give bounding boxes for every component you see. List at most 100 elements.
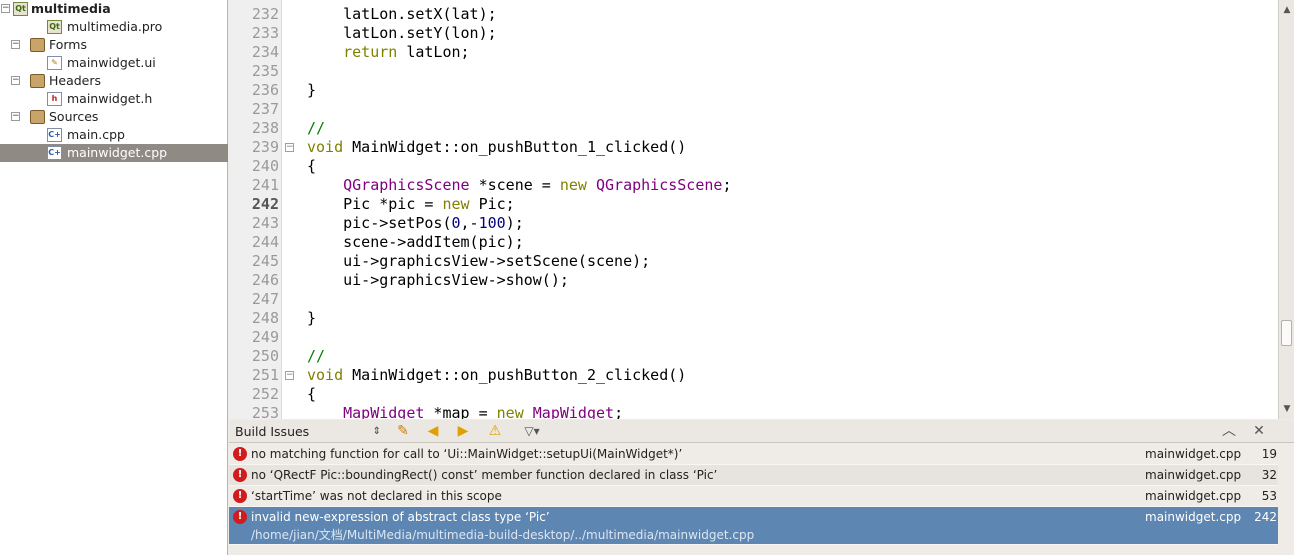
code-token: *map = bbox=[424, 404, 497, 419]
scroll-up-arrow-icon[interactable]: ▲ bbox=[1281, 4, 1293, 16]
code-line[interactable]: void MainWidget::on_pushButton_1_clicked… bbox=[307, 138, 686, 157]
line-number: 253 bbox=[251, 404, 279, 419]
line-number: 244 bbox=[251, 233, 279, 251]
output-pane-selector[interactable]: Build Issues ⇕ bbox=[233, 421, 385, 442]
warning-toggle-icon[interactable]: ⚠ bbox=[485, 422, 505, 441]
code-token: return bbox=[343, 43, 398, 61]
folder-toggle-icon[interactable]: − bbox=[11, 76, 20, 85]
code-line[interactable]: Pic *pic = new Pic; bbox=[307, 195, 515, 214]
code-token: latLon; bbox=[397, 43, 470, 61]
code-line[interactable]: // bbox=[307, 119, 325, 138]
line-number: 249 bbox=[251, 328, 279, 346]
code-line[interactable]: QGraphicsScene *scene = new QGraphicsSce… bbox=[307, 176, 731, 195]
tree-file-2[interactable]: ✎ mainwidget.ui bbox=[0, 54, 228, 72]
maximize-panel-icon[interactable]: ︿ bbox=[1219, 422, 1239, 441]
code-token: } bbox=[307, 81, 317, 99]
code-token: // bbox=[307, 347, 326, 365]
code-line[interactable]: } bbox=[307, 309, 316, 328]
code-line[interactable]: scene->addItem(pic); bbox=[307, 233, 524, 252]
forms-folder-icon bbox=[30, 38, 45, 52]
folder-toggle-icon[interactable]: − bbox=[11, 112, 20, 121]
code-token: new bbox=[496, 404, 524, 419]
code-line[interactable]: ui->graphicsView->setScene(scene); bbox=[307, 252, 650, 271]
fold-marker-icon[interactable]: − bbox=[285, 371, 294, 380]
editor-scrollbar[interactable]: ▲ ▼ bbox=[1278, 0, 1294, 419]
tree-folder-5[interactable]: − Sources bbox=[0, 108, 228, 126]
code-token: // bbox=[307, 119, 326, 137]
code-line[interactable]: latLon.setY(lon); bbox=[307, 24, 497, 43]
code-line[interactable]: return latLon; bbox=[307, 43, 470, 62]
tree-item-label: mainwidget.cpp bbox=[67, 145, 168, 160]
code-line[interactable]: latLon.setX(lat); bbox=[307, 5, 497, 24]
code-token: scene->addItem(pic); bbox=[307, 233, 524, 251]
issue-row[interactable]: ! ‘startTime’ was not declared in this sc… bbox=[229, 486, 1278, 507]
error-icon: ! bbox=[233, 510, 247, 524]
scroll-down-arrow-icon[interactable]: ▼ bbox=[1281, 403, 1293, 415]
tree-file-7[interactable]: C+ mainwidget.cpp bbox=[0, 144, 228, 162]
code-token: Pic; bbox=[469, 195, 515, 213]
tree-file-4[interactable]: h mainwidget.h bbox=[0, 90, 228, 108]
tree-file-6[interactable]: C+ main.cpp bbox=[0, 126, 228, 144]
ui-file-icon: ✎ bbox=[47, 56, 62, 70]
close-panel-icon[interactable]: ✕ bbox=[1249, 422, 1269, 441]
tree-item-label: Sources bbox=[49, 109, 99, 124]
issue-row[interactable]: ! no matching function for call to ‘Ui::M… bbox=[229, 444, 1278, 465]
build-issues-toolbar: Build Issues ⇕ ✎ ◀ ▶ ⚠ ▽▾ ︿ ✕ bbox=[229, 420, 1294, 443]
issue-line: 242 bbox=[1254, 510, 1277, 524]
line-number: 236 bbox=[251, 81, 279, 99]
project-tree: − Qt multimedia Qt multimedia.pro − Forms ✎ m… bbox=[0, 0, 228, 555]
code-editor[interactable]: 232 233 234 235 236 237 238 239 240 241 242 243 244 2… bbox=[229, 0, 1278, 419]
code-line[interactable]: } bbox=[307, 81, 316, 100]
code-line[interactable]: ui->graphicsView->show(); bbox=[307, 271, 569, 290]
code-line[interactable]: // bbox=[307, 347, 325, 366]
line-number: 243 bbox=[251, 214, 279, 232]
code-token: 0 bbox=[451, 214, 461, 232]
line-number: 235 bbox=[251, 62, 279, 80]
code-token: ui->graphicsView->setScene(scene); bbox=[307, 252, 651, 270]
tree-folder-1[interactable]: − Forms bbox=[0, 36, 228, 54]
issue-file: mainwidget.cpp bbox=[1145, 468, 1242, 482]
filter-warnings-icon[interactable]: ✎ bbox=[393, 422, 413, 441]
code-token: new bbox=[442, 195, 470, 213]
code-line[interactable]: pic->setPos(0,-100); bbox=[307, 214, 524, 233]
selector-arrows-icon: ⇕ bbox=[372, 426, 381, 437]
folder-toggle-icon[interactable]: − bbox=[11, 40, 20, 49]
tree-item-label: mainwidget.h bbox=[67, 91, 153, 106]
line-number: 245 bbox=[251, 252, 279, 270]
tree-folder-3[interactable]: − Headers bbox=[0, 72, 228, 90]
issue-message: no matching function for call to ‘Ui::Ma… bbox=[251, 447, 683, 461]
line-number: 241 bbox=[251, 176, 279, 194]
error-icon: ! bbox=[233, 468, 247, 482]
code-line[interactable]: void MainWidget::on_pushButton_2_clicked… bbox=[307, 366, 686, 385]
tree-item-label: multimedia.pro bbox=[67, 19, 163, 34]
code-token: void bbox=[307, 138, 344, 156]
issue-path: /home/jian/文档/MultiMedia/multimedia-buil… bbox=[251, 528, 755, 542]
build-issues-panel: Build Issues ⇕ ✎ ◀ ▶ ⚠ ▽▾ ︿ ✕ ! no matchi… bbox=[229, 420, 1294, 555]
issue-file: mainwidget.cpp bbox=[1145, 447, 1242, 461]
code-token: ); bbox=[505, 214, 524, 232]
line-number: 242 bbox=[251, 195, 279, 213]
code-token: void bbox=[307, 366, 344, 384]
line-number: 246 bbox=[251, 271, 279, 289]
code-token: Pic *pic = bbox=[307, 195, 443, 213]
code-token: MainWidget::on_pushButton_2_clicked() bbox=[343, 366, 687, 384]
filter-icon[interactable]: ▽▾ bbox=[519, 422, 545, 441]
fold-marker-icon[interactable]: − bbox=[285, 143, 294, 152]
scrollbar-thumb[interactable] bbox=[1281, 320, 1292, 346]
issue-line: 19 bbox=[1261, 447, 1277, 461]
code-line[interactable]: { bbox=[307, 157, 316, 176]
project-root-row[interactable]: − Qt multimedia bbox=[0, 0, 227, 18]
build-issues-title: Build Issues bbox=[235, 424, 310, 439]
code-line[interactable]: MapWidget *map = new MapWidget; bbox=[307, 404, 623, 419]
collapse-toggle-icon[interactable]: − bbox=[1, 4, 10, 13]
previous-issue-icon[interactable]: ◀ bbox=[423, 422, 443, 441]
tree-file-0[interactable]: Qt multimedia.pro bbox=[0, 18, 228, 36]
issue-row[interactable]: ! no ‘QRectF Pic::boundingRect() const’ m… bbox=[229, 465, 1278, 486]
code-line[interactable]: { bbox=[307, 385, 316, 404]
issue-row[interactable]: ! invalid new-expression of abstract clas… bbox=[229, 507, 1278, 545]
tree-item-label: Headers bbox=[49, 73, 102, 88]
issue-file: mainwidget.cpp bbox=[1145, 510, 1242, 524]
next-issue-icon[interactable]: ▶ bbox=[453, 422, 473, 441]
